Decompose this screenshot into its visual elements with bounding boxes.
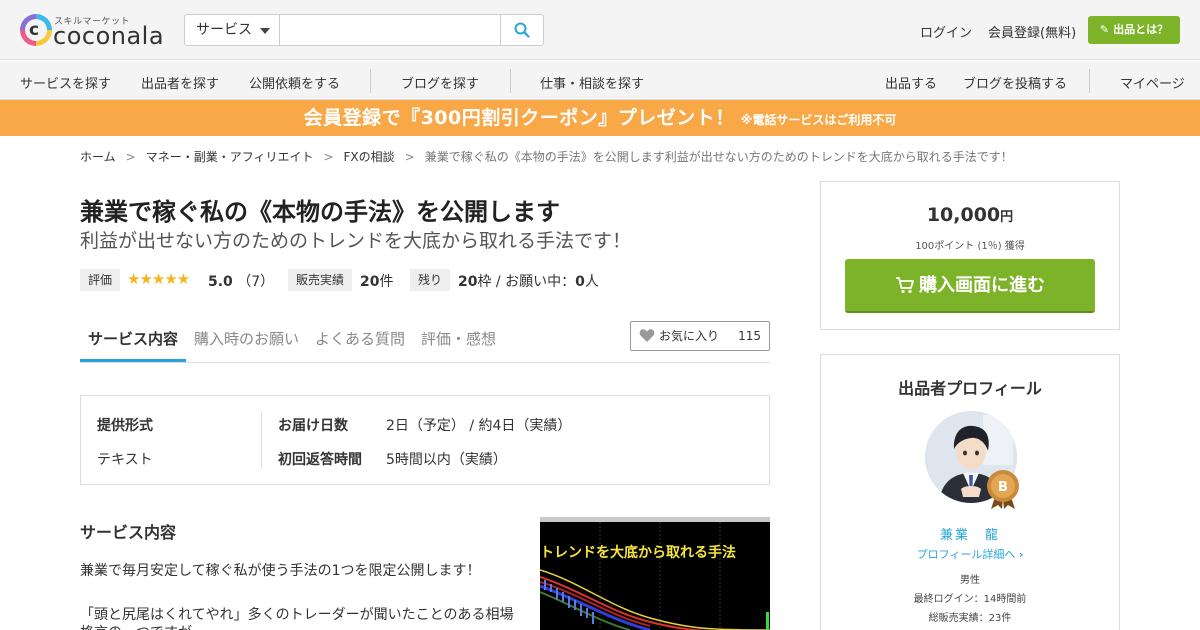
nav-public-request[interactable]: 公開依頼をする: [249, 73, 340, 92]
banner-main-text: 会員登録で『300円割引クーポン』プレゼント！: [303, 107, 735, 129]
favorite-label: お気に入り: [659, 329, 720, 343]
search-input[interactable]: [281, 15, 501, 45]
description-heading: サービス内容: [80, 523, 177, 542]
breadcrumb-current: 兼業で稼ぐ私の《本物の手法》を公開します利益が出せない方のためのトレンドを大底か…: [424, 150, 1013, 164]
tab-service-content[interactable]: サービス内容: [88, 328, 178, 349]
service-tabs: サービス内容 購入時のお願い よくある質問 評価・感想 お気に入り 115: [80, 320, 770, 363]
search-category-label: サービス: [196, 22, 252, 38]
remaining-value: 20枠 / お願い中：0人: [458, 274, 599, 290]
nav-divider: [370, 69, 371, 93]
remaining-label: 残り: [410, 269, 451, 291]
search-icon: [514, 22, 530, 38]
nav-find-jobs[interactable]: 仕事・相談を探す: [540, 73, 644, 92]
favorite-count: 115: [738, 329, 761, 343]
reply-time-value: 5時間以内（実績）: [386, 452, 507, 468]
description-line: 兼業で毎月安定して稼ぐ私が使う手法の1つを限定公開します！: [80, 563, 481, 579]
nav-divider: [510, 69, 511, 93]
seller-button-label: 出品とは？: [1113, 23, 1169, 36]
tab-purchase-notes[interactable]: 購入時のお願い: [194, 328, 299, 349]
login-link[interactable]: ログイン: [920, 22, 972, 41]
service-info-box: 提供形式 テキスト お届け日数 2日（予定） / 約4日（実績） 初回返答時間 …: [80, 395, 770, 485]
logo-ring-icon: c: [20, 14, 52, 46]
proceed-to-purchase-button[interactable]: 購入画面に進む: [845, 259, 1095, 313]
profile-detail-link[interactable]: プロフィール詳細へ ›: [821, 546, 1119, 562]
points-earned: 100ポイント (1％) 獲得: [915, 241, 1025, 252]
logo-wordmark: coconala: [53, 22, 165, 50]
chevron-right-icon: ›: [1018, 548, 1024, 561]
rating-value[interactable]: 5.0 （7）: [208, 271, 274, 291]
price-box: 10,000円 100ポイント (1％) 獲得 購入画面に進む: [820, 181, 1120, 330]
rating-label: 評価: [80, 269, 121, 291]
main-nav: サービスを探す 出品者を探す 公開依頼をする ブログを探す 仕事・相談を探す 出…: [0, 61, 1200, 100]
what-is-selling-button[interactable]: ✎ 出品とは？: [1088, 16, 1180, 44]
profile-heading: 出品者プロフィール: [898, 379, 1042, 398]
seller-profile-box: 出品者プロフィール B 兼業 龍 プロフィール詳細へ › 男性 最終ログイン：1…: [820, 354, 1120, 630]
format-value: テキスト: [97, 452, 153, 468]
sales-value: 20件: [360, 274, 394, 290]
breadcrumb: ホーム > マネー・副業・アフィリエイト > FXの相談 > 兼業で稼ぐ私の《本物の手法》を…: [80, 148, 1013, 165]
banner-note: ※電話サービスはご利用不可: [740, 113, 897, 127]
price-amount: 10,000円: [926, 204, 1014, 226]
nav-mypage[interactable]: マイページ: [1120, 73, 1185, 92]
breadcrumb-separator: >: [404, 150, 415, 164]
info-divider: [261, 412, 262, 468]
chevron-down-icon: [260, 28, 270, 34]
nav-find-blogs[interactable]: ブログを探す: [401, 73, 479, 92]
seller-total-sales: 総販売実績：23件: [928, 613, 1012, 624]
trading-chart-image[interactable]: トレンドを大底から取れる手法: [540, 517, 770, 630]
tab-reviews[interactable]: 評価・感想: [421, 328, 496, 349]
coupon-banner[interactable]: 会員登録で『300円割引クーポン』プレゼント！ ※電話サービスはご利用不可: [0, 100, 1200, 136]
rank-badge-letter: B: [998, 480, 1008, 495]
search-category-select[interactable]: サービス: [185, 15, 280, 45]
service-title: 兼業で稼ぐ私の《本物の手法》を公開します: [80, 198, 560, 226]
reply-time-label: 初回返答時間: [278, 452, 362, 468]
chart-overlay-text: トレンドを大底から取れる手法: [540, 545, 736, 561]
delivery-label: お届け日数: [278, 418, 348, 434]
register-link[interactable]: 会員登録(無料): [988, 22, 1076, 41]
service-subtitle: 利益が出せない方のためのトレンドを大底から取れる手法です！: [80, 230, 632, 252]
coconala-logo[interactable]: c スキルマーケット coconala: [20, 13, 165, 49]
description-line: 格言の一つですが、: [80, 622, 206, 630]
description-line: 「頭と尻尾はくれてやれ」多くのトレーダーが聞いたことのある相場: [80, 607, 514, 623]
seller-last-login: 最終ログイン：14時間前: [913, 594, 1027, 605]
nav-sell[interactable]: 出品する: [885, 73, 937, 92]
sales-label: 販売実績: [288, 269, 353, 291]
favorite-button[interactable]: お気に入り 115: [630, 321, 770, 351]
search-bar: サービス: [184, 14, 544, 46]
cart-icon: [896, 277, 914, 294]
delivery-value: 2日（予定） / 約4日（実績）: [386, 418, 572, 434]
breadcrumb-home[interactable]: ホーム: [80, 148, 116, 165]
rank-badge-icon: B: [987, 470, 1019, 509]
breadcrumb-separator: >: [323, 150, 334, 164]
nav-find-sellers[interactable]: 出品者を探す: [141, 73, 219, 92]
breadcrumb-separator: >: [125, 150, 136, 164]
star-rating-icon: ★★★★★: [127, 270, 190, 288]
buy-button-label: 購入画面に進む: [919, 275, 1045, 296]
seller-gender: 男性: [960, 575, 980, 586]
breadcrumb-category[interactable]: マネー・副業・アフィリエイト: [146, 148, 314, 165]
pencil-icon: ✎: [1099, 23, 1110, 36]
heart-icon: [639, 329, 655, 342]
breadcrumb-subcategory[interactable]: FXの相談: [344, 148, 395, 165]
tab-faq[interactable]: よくある質問: [315, 328, 405, 349]
seller-name[interactable]: 兼業 龍: [821, 524, 1119, 543]
search-button[interactable]: [500, 15, 543, 45]
nav-divider: [1089, 69, 1090, 93]
chart-graphic: [540, 522, 770, 630]
site-header: c スキルマーケット coconala サービス ログイン 会員登録(無料) ✎…: [0, 0, 1200, 60]
nav-post-blog[interactable]: ブログを投稿する: [963, 73, 1067, 92]
nav-find-services[interactable]: サービスを探す: [20, 73, 111, 92]
format-label: 提供形式: [97, 418, 153, 434]
active-tab-indicator: [80, 359, 186, 362]
